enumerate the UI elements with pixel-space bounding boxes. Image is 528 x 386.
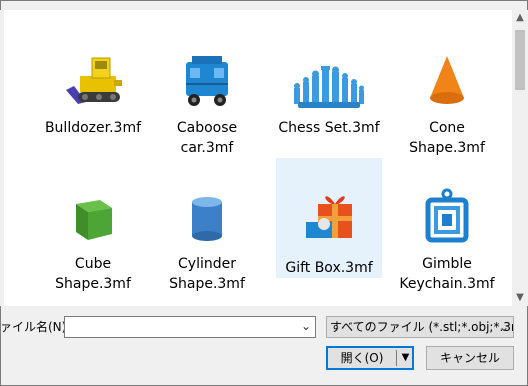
file-name: Cone Shape.3mf	[394, 118, 500, 158]
cone-icon	[430, 56, 464, 104]
scroll-up-arrow-icon[interactable]: ▲	[512, 10, 528, 26]
file-name-line2: Keychain.3mf	[399, 276, 495, 292]
file-name-line2: Shape.3mf	[55, 276, 131, 292]
file-item-cube[interactable]: Cube Shape.3mf	[40, 176, 146, 296]
file-name: Cube Shape.3mf	[40, 254, 146, 294]
caboose-icon	[186, 56, 228, 106]
file-name-line1: Caboose	[176, 120, 238, 136]
cancel-button[interactable]: キャンセル	[426, 346, 514, 370]
file-name: Gimble Keychain.3mf	[394, 254, 500, 294]
file-item-chess-set[interactable]: Chess Set.3mf	[276, 40, 382, 160]
file-name: Caboose car.3mf	[154, 118, 260, 158]
file-list-view[interactable]: Bulldozer.3mf Caboose car.3mf Chess Set.…	[4, 10, 514, 306]
keychain-icon	[425, 188, 469, 243]
file-name-line1: Gimble	[422, 256, 472, 272]
cylinder-icon	[192, 197, 222, 241]
split-separator	[396, 350, 397, 366]
file-item-cone[interactable]: Cone Shape.3mf	[394, 40, 500, 160]
scroll-down-arrow-icon[interactable]: ▼	[512, 290, 528, 306]
file-name-line2: Shape.3mf	[409, 140, 485, 156]
file-name-line1: Cylinder	[178, 256, 236, 272]
filename-input[interactable]	[68, 318, 294, 336]
file-item-bulldozer[interactable]: Bulldozer.3mf	[40, 40, 146, 160]
right-scrollbar[interactable]: ▲ ▼	[512, 10, 528, 306]
file-name-line1: Cone	[429, 120, 465, 136]
open-dropdown-arrow-icon[interactable]: ▼	[399, 348, 412, 368]
open-button-label: 開く(O)	[340, 351, 384, 365]
file-item-cylinder[interactable]: Cylinder Shape.3mf	[154, 176, 260, 296]
right-scroll-thumb[interactable]	[515, 30, 525, 90]
file-item-caboose[interactable]: Caboose car.3mf	[154, 40, 260, 160]
file-name-line1: Cube	[74, 256, 112, 272]
file-name-line1: Bulldozer.3mf	[44, 120, 142, 136]
file-name: Bulldozer.3mf	[40, 118, 146, 138]
file-item-gift-box[interactable]: Gift Box.3mf	[276, 158, 382, 278]
chevron-down-icon: ⌄	[498, 320, 509, 334]
bulldozer-icon	[66, 57, 122, 104]
file-name-line2: Shape.3mf	[169, 276, 245, 292]
gift-box-icon	[306, 196, 352, 238]
file-name: Gift Box.3mf	[276, 258, 382, 278]
file-name-line1: Gift Box.3mf	[285, 260, 373, 276]
filename-label: ァイル名(N):	[0, 320, 71, 334]
file-name: Chess Set.3mf	[276, 118, 382, 138]
file-type-filter-label: すべてのファイル (*.stl;*.obj;*.3mf;*	[330, 320, 513, 334]
open-button[interactable]: 開く(O) ▼	[326, 346, 414, 370]
cube-icon	[76, 200, 112, 240]
file-type-filter[interactable]: すべてのファイル (*.stl;*.obj;*.3mf;* ⌄	[326, 316, 514, 338]
chess-set-icon	[294, 66, 364, 108]
filename-field[interactable]: ⌄	[64, 316, 316, 338]
file-item-gimble-keychain[interactable]: Gimble Keychain.3mf	[394, 176, 500, 296]
file-name-line1: Chess Set.3mf	[278, 120, 380, 136]
file-name: Cylinder Shape.3mf	[154, 254, 260, 294]
file-name-line2: car.3mf	[180, 140, 234, 156]
chevron-down-icon[interactable]: ⌄	[301, 319, 311, 333]
